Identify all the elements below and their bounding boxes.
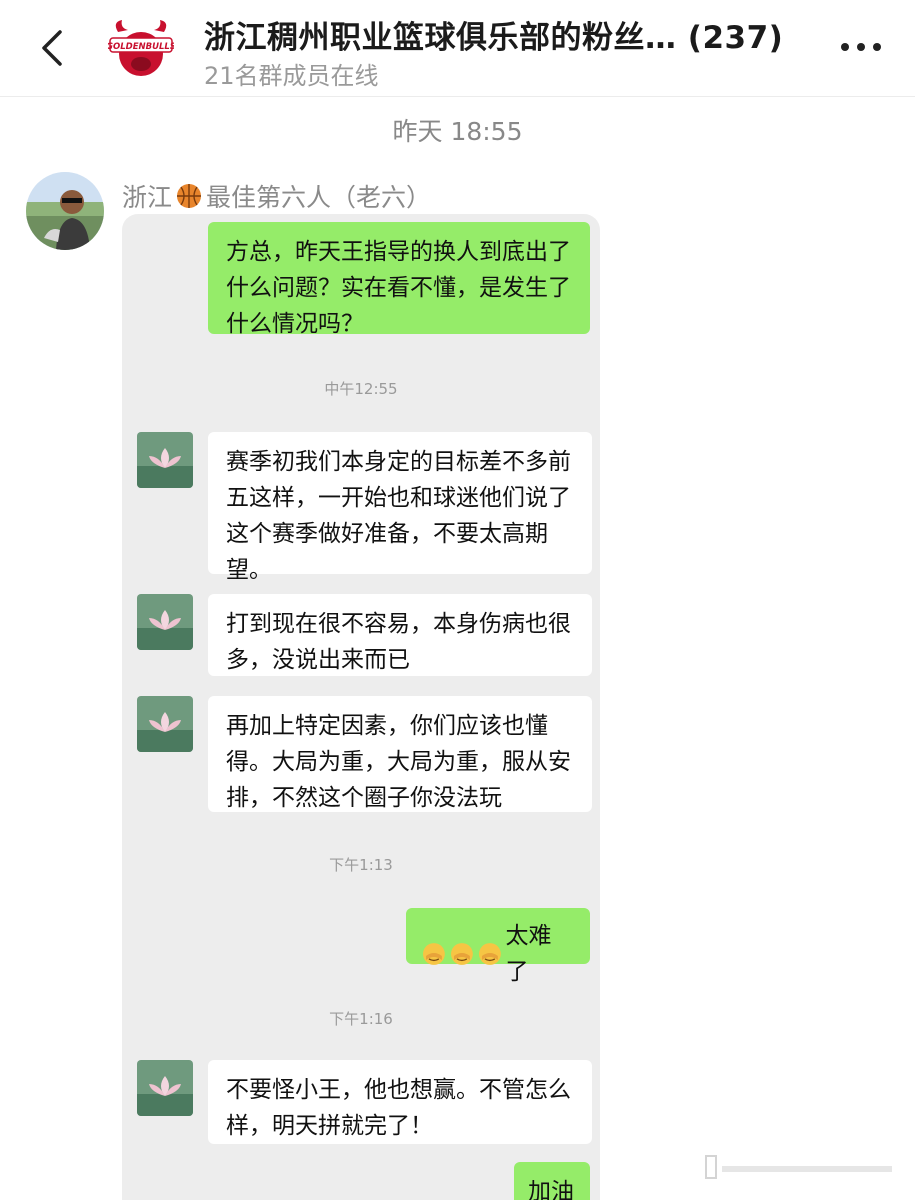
message-text: 再加上特定因素，你们应该也懂得。大局为重，大局为重，服从安排，不然这个圈子你没法…	[226, 713, 571, 811]
author-name-suffix: 最佳第六人（老六）	[206, 183, 432, 212]
facepalm-emoji-icon	[450, 943, 473, 965]
message-bubble-left: 不要怪小王，他也想赢。不管怎么样，明天拼就完了！	[208, 1060, 592, 1144]
message-text: 打到现在很不容易，本身伤病也很多，没说出来而已	[226, 611, 571, 673]
message-bubble-left: 赛季初我们本身定的目标差不多前五这样，一开始也和球迷他们说了这个赛季做好准备，不…	[208, 432, 592, 583]
group-title: 浙江稠州职业篮球俱乐部的粉丝… (237)	[204, 20, 784, 56]
author-name[interactable]: 浙江 最佳第六人（老六）	[122, 178, 431, 214]
more-dots-icon[interactable]	[837, 36, 885, 58]
message-bubble-right: 方总，昨天王指导的换人到底出了什么问题？实在看不懂，是发生了什么情况吗？	[208, 222, 590, 337]
chat-timestamp: 下午1:16	[329, 1010, 393, 1028]
svg-text:GOLDENBULLS: GOLDENBULLS	[108, 42, 174, 52]
watermark-logo	[705, 1155, 892, 1179]
contact-avatar	[137, 696, 193, 752]
contact-avatar	[137, 432, 193, 488]
message-bubble-right: 加油	[514, 1162, 590, 1200]
chat-header: GOLDENBULLS 浙江稠州职业篮球俱乐部的粉丝… (237) 21名群成员…	[0, 0, 915, 97]
chat-timestamp: 中午12:55	[324, 380, 398, 398]
author-avatar[interactable]	[26, 172, 104, 250]
goldenbulls-logo[interactable]: GOLDENBULLS	[108, 18, 174, 80]
basketball-icon	[177, 184, 202, 208]
chat-timestamp: 下午1:13	[329, 856, 393, 874]
facepalm-emoji-icon	[422, 943, 445, 965]
message-bubble-right: 太难了	[406, 908, 590, 985]
facepalm-emoji-icon	[478, 943, 501, 965]
feed-timestamp: 昨天 18:55	[392, 117, 523, 146]
message-text: 方总，昨天王指导的换人到底出了什么问题？实在看不懂，是发生了什么情况吗？	[226, 239, 571, 337]
chat-screenshot: 方总，昨天王指导的换人到底出了什么问题？实在看不懂，是发生了什么情况吗？ 中午1…	[122, 214, 600, 1200]
message-text: 太难了	[505, 923, 552, 985]
chevron-left-icon[interactable]	[36, 28, 66, 68]
message-bubble-left: 再加上特定因素，你们应该也懂得。大局为重，大局为重，服从安排，不然这个圈子你没法…	[208, 696, 592, 812]
online-count: 21名群成员在线	[204, 62, 379, 90]
message-bubble-left: 打到现在很不容易，本身伤病也很多，没说出来而已	[208, 594, 592, 676]
contact-avatar	[137, 594, 193, 650]
emoji-group: 太难了	[422, 918, 574, 990]
message-text: 加油	[528, 1179, 574, 1200]
message-text: 不要怪小王，他也想赢。不管怎么样，明天拼就完了！	[226, 1077, 571, 1139]
author-name-prefix: 浙江	[122, 183, 173, 212]
message-text: 赛季初我们本身定的目标差不多前五这样，一开始也和球迷他们说了这个赛季做好准备，不…	[226, 449, 571, 583]
contact-avatar	[137, 1060, 193, 1116]
